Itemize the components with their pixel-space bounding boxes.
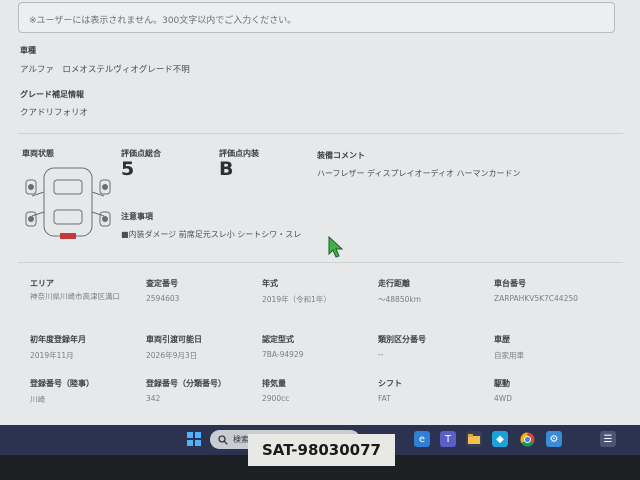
overall-score-value: 5 [121,158,135,180]
equipment-comment-value: ハーフレザー ディスプレイオーディオ ハーマンカードン [317,169,521,178]
detail-label-first-registration: 初年度登録年月 [30,335,86,344]
detail-value-displacement: 2900cc [262,394,290,403]
caution-label: 注意事項 [121,212,153,221]
equipment-comment-label: 装備コメント [317,151,365,160]
model-label: 車種 [20,46,36,55]
car-diagram-icon [25,167,111,239]
detail-value-drive: 4WD [494,394,512,403]
file-explorer-icon[interactable] [466,431,482,447]
detail-value-area: 神奈川県川崎市高津区溝口 [30,292,120,301]
divider [18,262,623,263]
detail-value-model-year: 2019年（令和1年） [262,295,331,304]
detail-value-vehicle-history: 自家用車 [494,351,524,360]
interior-score-value: B [219,158,234,180]
detail-value-first-registration: 2019年11月 [30,351,74,360]
search-icon [218,434,228,445]
grade-label: グレード補足情報 [20,90,84,99]
detail-value-shift: FAT [378,394,391,403]
detail-label-appraisal-number: 査定番号 [146,279,178,288]
divider [18,133,623,134]
store-icon[interactable]: ◆ [492,431,508,447]
notice-field[interactable]: ※ユーザーには表示されません。300文字以内でご入力ください。 [18,2,615,33]
detail-value-appraisal-number: 2594603 [146,294,180,303]
model-value: アルファ ロメオステルヴィオグレード不明 [20,65,190,75]
detail-label-certified-type: 認定型式 [262,335,294,344]
detail-value-certified-type: 7BA-94929 [262,350,304,359]
detail-value-registration-class: 342 [146,394,161,403]
detail-label-model-year: 年式 [262,279,278,288]
detail-label-registration-office: 登録番号（陸事） [30,379,94,388]
caution-value: ■内装ダメージ 前席足元スレ小 シートシワ・スレ [121,230,302,239]
detail-value-category-number: -- [378,350,384,359]
detail-value-registration-office: 川崎 [30,395,45,404]
tray-icon[interactable]: ☰ [600,431,616,447]
detail-label-delivery-date: 車両引渡可能日 [146,335,202,344]
detail-label-registration-class: 登録番号（分類番号） [146,379,226,388]
detail-label-displacement: 排気量 [262,379,286,388]
chrome-icon[interactable] [519,431,535,447]
settings-icon[interactable]: ⚙ [546,431,562,447]
mouse-cursor-icon [328,236,344,258]
detail-value-chassis-number: ZARPAHKV5K7C44250 [494,294,578,303]
teams-icon[interactable]: T [440,431,456,447]
listing-page: ※ユーザーには表示されません。300文字以内でご入力ください。 車種 アルファ … [0,0,640,425]
detail-label-shift: シフト [378,379,402,388]
edge-icon[interactable]: e [414,431,430,447]
grade-value: クアドリフォリオ [20,108,89,118]
windows-start-icon[interactable] [186,431,202,447]
condition-label: 車両状態 [22,149,54,158]
detail-label-vehicle-history: 車歴 [494,335,510,344]
detail-label-category-number: 類別区分番号 [378,335,426,344]
detail-label-chassis-number: 車台番号 [494,279,526,288]
detail-label-drive: 駆動 [494,379,510,388]
detail-label-area: エリア [30,279,54,288]
detail-value-mileage: ～48850km [378,295,422,304]
search-placeholder: 検索 [233,435,249,444]
stock-number-label: SAT-98030077 [248,434,395,466]
detail-label-mileage: 走行距離 [378,279,410,288]
detail-value-delivery-date: 2026年9月3日 [146,351,198,360]
